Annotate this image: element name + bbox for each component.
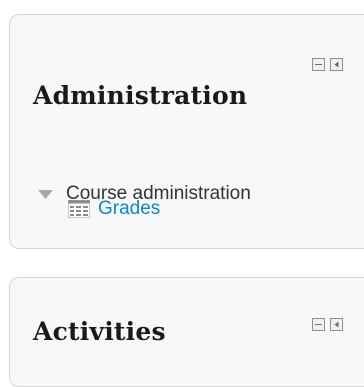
activities-block: Activities (9, 277, 364, 387)
activities-title: Activities (33, 317, 166, 346)
grades-label: Grades (98, 198, 161, 219)
grades-link[interactable]: Grades (68, 198, 160, 220)
dock-block-icon[interactable] (330, 318, 343, 331)
administration-title: Administration (33, 81, 248, 110)
hide-block-icon[interactable] (312, 58, 325, 71)
block-controls (312, 58, 343, 71)
grades-icon (68, 200, 90, 218)
dock-block-icon[interactable] (330, 58, 343, 71)
hide-block-icon[interactable] (312, 318, 325, 331)
block-controls (312, 318, 343, 331)
expand-triangle-icon (38, 189, 53, 199)
administration-block: Administration Course administration Gra… (9, 14, 364, 249)
